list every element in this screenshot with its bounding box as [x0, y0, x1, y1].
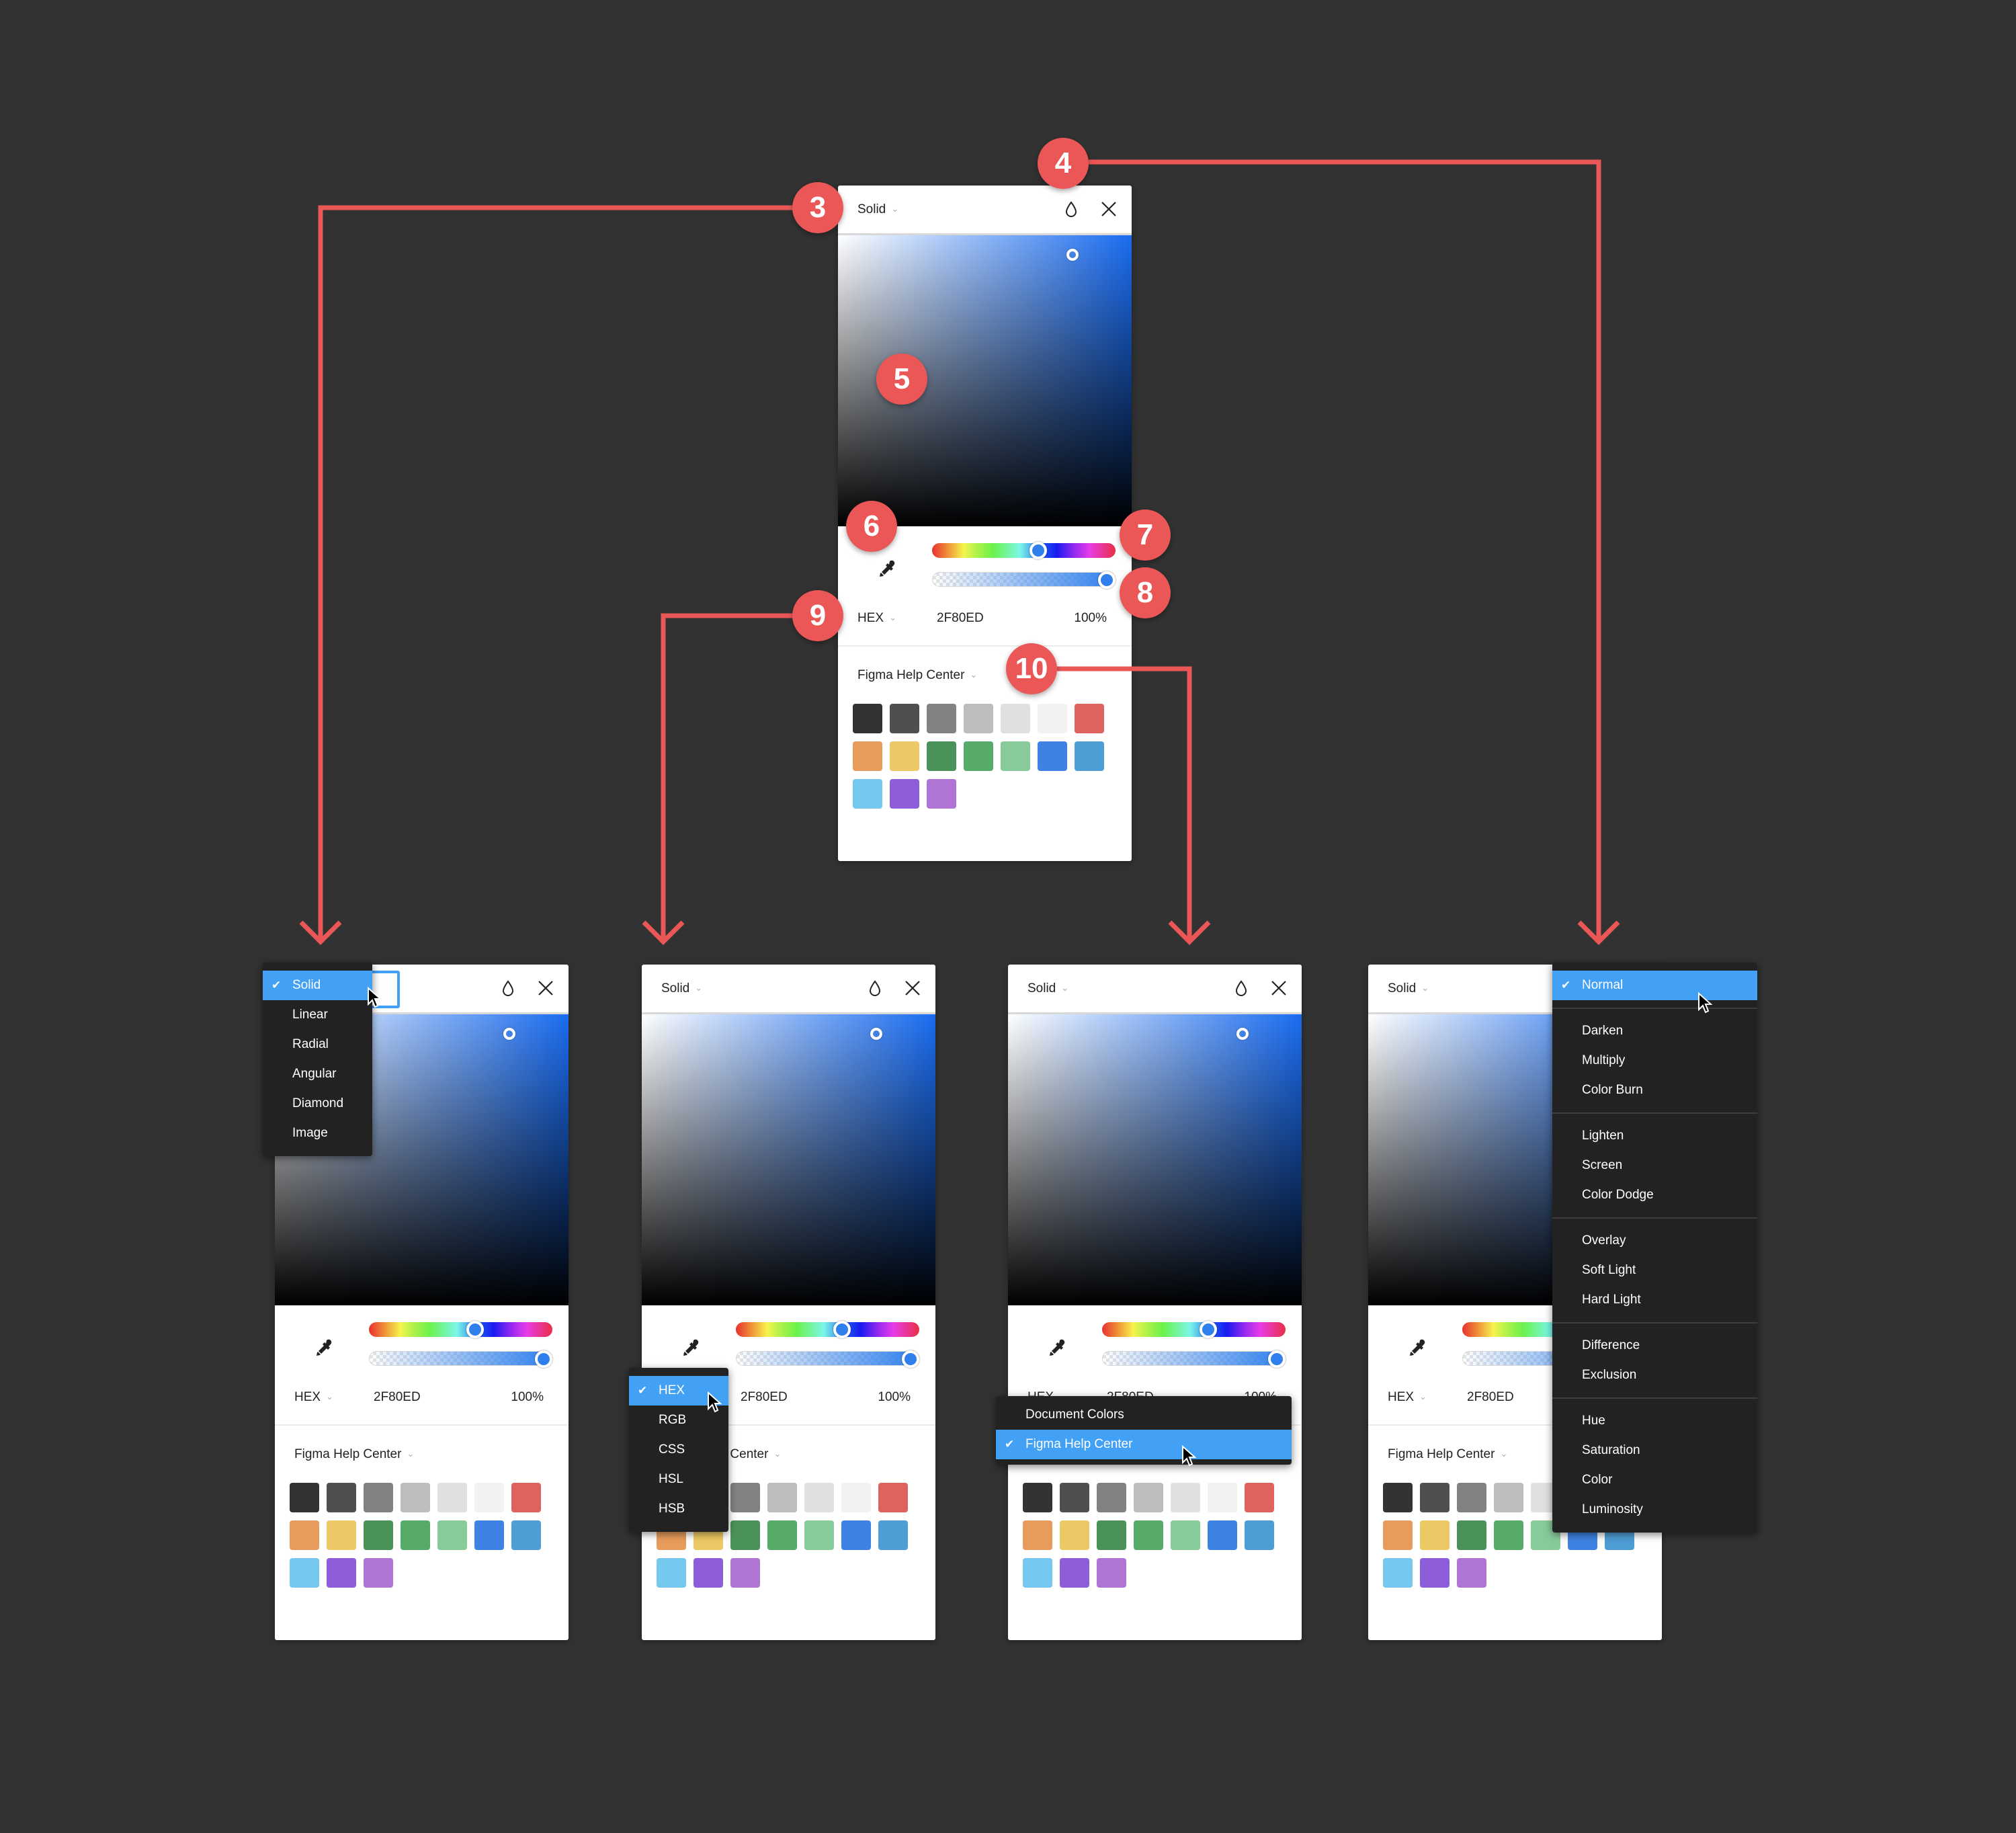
checkmark-icon: ✔ [1561, 979, 1571, 991]
menu-item[interactable]: Overlay [1552, 1226, 1757, 1256]
menu-item-label: Luminosity [1582, 1502, 1643, 1516]
menu-item[interactable]: Exclusion [1552, 1360, 1757, 1390]
checkmark-icon: ✔ [638, 1384, 648, 1397]
menu-item-label: Soft Light [1582, 1263, 1636, 1277]
menu-item[interactable]: Multiply [1552, 1046, 1757, 1075]
menu-item[interactable]: Radial [263, 1030, 372, 1059]
menu-item[interactable]: Saturation [1552, 1436, 1757, 1465]
menu-item-label: Screen [1582, 1158, 1623, 1172]
callout-5: 5 [876, 354, 927, 405]
callout-6: 6 [846, 501, 897, 552]
menu-item-label: Multiply [1582, 1053, 1626, 1067]
menu-item-label: CSS [659, 1442, 685, 1457]
menu-item[interactable]: Color [1552, 1465, 1757, 1495]
menu-item-label: Color Burn [1582, 1083, 1643, 1097]
menu-separator [1552, 1397, 1757, 1399]
fill-type-menu: ✔ Solid Linear Radial Angular Diamond Image [263, 963, 372, 1156]
menu-item[interactable]: Diamond [263, 1089, 372, 1118]
menu-item[interactable]: Soft Light [1552, 1256, 1757, 1285]
mouse-cursor [368, 987, 382, 1008]
connector-lines [299, 159, 1620, 945]
menu-item[interactable]: Document Colors [996, 1400, 1292, 1430]
library-menu: Document Colors ✔ Figma Help Center [996, 1396, 1292, 1465]
menu-item[interactable]: HSL [629, 1465, 728, 1494]
menu-item-label: Saturation [1582, 1443, 1640, 1457]
callout-7: 7 [1120, 510, 1171, 561]
menu-item-label: Color [1582, 1473, 1613, 1487]
menu-separator [1552, 1217, 1757, 1219]
connector-10 [1057, 666, 1192, 940]
menu-item-label: Lighten [1582, 1129, 1624, 1143]
menu-item-label: Color Dodge [1582, 1188, 1654, 1202]
menu-item-label: HSB [659, 1502, 685, 1516]
menu-item-label: Angular [292, 1067, 337, 1081]
menu-item-label: Difference [1582, 1338, 1640, 1352]
callout-4: 4 [1038, 138, 1089, 189]
menu-separator [1552, 1322, 1757, 1323]
callout-10: 10 [1006, 643, 1057, 694]
menu-item[interactable]: Luminosity [1552, 1495, 1757, 1524]
mouse-cursor [708, 1391, 722, 1413]
menu-item[interactable]: Lighten [1552, 1121, 1757, 1151]
menu-item[interactable]: ✔ Solid [263, 971, 372, 1000]
connector-9 [661, 613, 793, 940]
menu-item-label: Hue [1582, 1414, 1605, 1428]
menu-item-label: Linear [292, 1008, 328, 1022]
menu-item[interactable]: HSB [629, 1494, 728, 1524]
menu-item-label: Exclusion [1582, 1368, 1637, 1382]
menu-item-label: Normal [1582, 978, 1624, 992]
menu-item[interactable]: Color Dodge [1552, 1180, 1757, 1210]
menu-item[interactable]: Screen [1552, 1151, 1757, 1180]
menu-item-label: Radial [292, 1037, 329, 1051]
mouse-cursor [1698, 992, 1712, 1014]
menu-item[interactable]: ✔ Normal [1552, 971, 1757, 1000]
menu-item-label: Solid [292, 978, 321, 992]
menu-item-label: Diamond [292, 1096, 344, 1110]
menu-item[interactable]: Linear [263, 1000, 372, 1030]
menu-item-label: Overlay [1582, 1233, 1626, 1248]
connector-3 [318, 205, 793, 940]
menu-item-label: Figma Help Center [1025, 1437, 1133, 1451]
callout-3: 3 [792, 182, 843, 233]
blend-mode-menu: ✔ Normal Darken Multiply Color Burn Lighten Sc… [1552, 963, 1757, 1533]
menu-separator [1552, 1008, 1757, 1009]
callout-8: 8 [1120, 567, 1171, 618]
checkmark-icon: ✔ [271, 979, 282, 991]
menu-item[interactable]: Angular [263, 1059, 372, 1089]
menu-item-label: HEX [659, 1383, 685, 1397]
menu-item-label: RGB [659, 1413, 687, 1427]
menu-item[interactable]: Image [263, 1118, 372, 1148]
menu-item-label: HSL [659, 1472, 683, 1486]
menu-item-label: Hard Light [1582, 1293, 1641, 1307]
menu-item-label: Document Colors [1025, 1408, 1124, 1422]
menu-item[interactable]: Difference [1552, 1331, 1757, 1360]
menu-item[interactable]: Darken [1552, 1016, 1757, 1046]
menu-separator [1552, 1112, 1757, 1114]
mouse-cursor [1182, 1445, 1196, 1467]
callout-9: 9 [792, 590, 843, 641]
menu-item[interactable]: Color Burn [1552, 1075, 1757, 1105]
menu-item[interactable]: Hue [1552, 1406, 1757, 1436]
menu-item[interactable]: CSS [629, 1435, 728, 1465]
menu-item[interactable]: ✔ Figma Help Center [996, 1430, 1292, 1459]
checkmark-icon: ✔ [1005, 1438, 1015, 1451]
menu-item-label: Image [292, 1126, 328, 1140]
menu-item-label: Darken [1582, 1024, 1624, 1038]
menu-item[interactable]: Hard Light [1552, 1285, 1757, 1315]
